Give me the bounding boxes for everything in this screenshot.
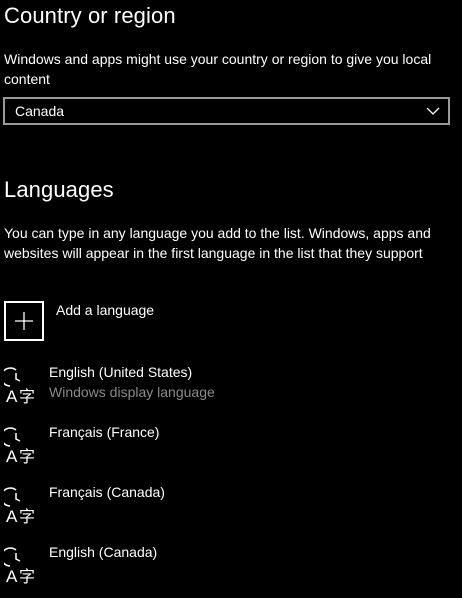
language-icon: A 字: [0, 364, 40, 406]
language-icon: A 字: [0, 544, 40, 586]
language-status: Windows display language: [49, 384, 215, 400]
svg-text:字: 字: [19, 447, 35, 464]
region-description: Windows and apps might use your country …: [4, 51, 432, 87]
language-name: Français (Canada): [49, 484, 165, 500]
language-icon: A 字: [0, 484, 40, 526]
plus-icon: [4, 301, 44, 341]
add-language-label: Add a language: [56, 302, 155, 318]
svg-text:A: A: [6, 507, 18, 524]
svg-text:字: 字: [19, 567, 35, 584]
region-selected-value: Canada: [15, 103, 65, 119]
region-heading: Country or region: [4, 3, 176, 28]
language-name: Français (France): [49, 424, 160, 440]
region-dropdown[interactable]: Canada: [3, 97, 450, 125]
language-name: English (United States): [49, 364, 193, 380]
languages-heading: Languages: [4, 177, 114, 202]
language-item-fr-ca[interactable]: A 字 Français (Canada): [0, 482, 444, 530]
svg-text:A: A: [6, 387, 18, 404]
svg-text:字: 字: [19, 507, 35, 524]
language-icon: A 字: [0, 424, 40, 466]
language-item-en-ca[interactable]: A 字 English (Canada): [0, 542, 444, 590]
languages-description: You can type in any language you add to …: [4, 225, 431, 261]
add-language-button[interactable]: Add a language: [4, 301, 154, 341]
language-item-fr-fr[interactable]: A 字 Français (France): [0, 422, 444, 470]
svg-text:A: A: [6, 567, 18, 584]
chevron-down-icon: [426, 104, 440, 118]
svg-text:字: 字: [19, 387, 35, 404]
language-name: English (Canada): [49, 544, 158, 560]
svg-text:A: A: [6, 447, 18, 464]
language-item-en-us[interactable]: A 字 English (United States) Windows disp…: [0, 362, 444, 410]
